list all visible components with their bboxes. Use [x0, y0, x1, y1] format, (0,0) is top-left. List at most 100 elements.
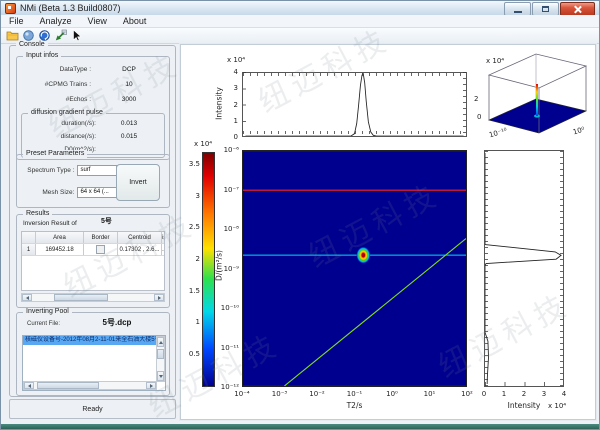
- echos-value: 3000: [91, 96, 167, 103]
- right-plot-ticks-bottom: [485, 382, 564, 386]
- current-file-value: 5号.dcp: [77, 317, 157, 328]
- inversion-result-label: Inversion Result of: [23, 220, 77, 227]
- titlebar: NMi (Beta 1.3 Build0807): [1, 1, 599, 15]
- results-table: Area Border Centroid Dist 1 169452.18 0.…: [21, 231, 165, 291]
- spectrum-type-value: surf: [78, 166, 116, 175]
- maximize-icon: [542, 6, 549, 12]
- window-bottom-edge: [1, 424, 599, 429]
- centroid-header: Centroid: [118, 232, 162, 243]
- right-plot-xticks: 01234: [484, 390, 564, 398]
- pool-file-item[interactable]: 核磁仪设备号-2012年08月2-11-01来全石油大楼5号: [23, 336, 156, 345]
- app-window: NMi (Beta 1.3 Build0807) File Analyze Vi…: [0, 0, 600, 430]
- results-title: Results: [23, 210, 52, 218]
- corner-header: [22, 232, 36, 243]
- top-plot-ticks-bottom: [243, 131, 466, 134]
- pool-listbox[interactable]: 核磁仪设备号-2012年08月2-11-01来全石油大楼5号: [22, 335, 166, 391]
- scroll-up-icon[interactable]: [157, 337, 164, 347]
- preset-parameters-title: Preset Parameters: [23, 150, 87, 158]
- scroll-right-icon[interactable]: [154, 294, 164, 301]
- mesh-size-value: 64 x 64 (...: [78, 188, 116, 197]
- plot-panel: x 10⁴ 43210 Intensity: [180, 44, 596, 420]
- scroll-down-icon[interactable]: [157, 371, 164, 381]
- top-plot-ticks-right: [463, 72, 466, 136]
- border-header: Border: [84, 232, 118, 243]
- scroll-track[interactable]: [157, 347, 164, 371]
- minimize-button[interactable]: [504, 2, 531, 16]
- t2-projection-curve: [245, 73, 463, 136]
- scroll-thumb[interactable]: [54, 294, 108, 301]
- menu-analyze[interactable]: Analyze: [32, 16, 80, 26]
- map-background: [243, 151, 466, 386]
- row-index: 1: [22, 244, 36, 255]
- scroll-thumb[interactable]: [157, 349, 164, 359]
- d-t2-peak-core: [362, 253, 366, 258]
- results-group: Results Inversion Result of 5号 Area Bord…: [16, 214, 170, 308]
- top-plot-ticks-left: [243, 72, 246, 136]
- area-cell: 169452.18: [36, 244, 84, 255]
- invert-button[interactable]: Invert: [116, 164, 160, 201]
- scroll-thumb[interactable]: [37, 382, 99, 389]
- cpmg-trains-label: #CPMG Trains :: [19, 81, 91, 88]
- distance-label: distance(/s):: [24, 133, 96, 140]
- console-panel: Console Input infos DataType : DCP #CPMG…: [9, 45, 176, 397]
- cpmg-trains-row: #CPMG Trains : 10: [19, 77, 167, 92]
- maximize-button[interactable]: [532, 2, 559, 16]
- d-projection-curve: [485, 153, 561, 384]
- dist-header: Dist: [162, 232, 164, 243]
- map-xlabel: T2/s: [242, 401, 467, 410]
- scroll-right-icon[interactable]: [146, 382, 156, 389]
- menu-file[interactable]: File: [1, 16, 32, 26]
- mesh-size-row: Mesh Size: 64 x 64 (...: [19, 185, 127, 200]
- right-plot-ticks-right: [560, 151, 563, 386]
- distance-value: 0.015: [96, 133, 162, 140]
- inverting-pool-title: Inverting Pool: [23, 308, 72, 316]
- spectrum-type-row: Spectrum Type : surf: [19, 163, 127, 178]
- toolbar: [1, 28, 599, 44]
- echos-row: #Echos : 3000: [19, 92, 167, 107]
- current-file-label: Current File:: [27, 321, 60, 327]
- colorbar-ticks: 3.532.521.510.5: [182, 164, 200, 354]
- dist-cell: 99.21: [162, 244, 164, 255]
- pool-vertical-scrollbar[interactable]: [156, 336, 165, 382]
- menu-about[interactable]: About: [115, 16, 155, 26]
- close-icon: [573, 5, 582, 14]
- top-plot-exponent-label: x 10⁴: [227, 56, 245, 64]
- input-info-rows: DataType : DCP #CPMG Trains : 10 #Echos …: [19, 62, 167, 107]
- datatype-row: DataType : DCP: [19, 62, 167, 77]
- scroll-track[interactable]: [34, 382, 146, 389]
- pool-horizontal-scrollbar[interactable]: [23, 381, 157, 390]
- input-infos-title: Input infos: [23, 52, 61, 60]
- cpmg-trains-value: 10: [91, 81, 167, 88]
- duration-row: duration(/s): 0.013: [24, 117, 162, 130]
- scroll-left-icon[interactable]: [24, 382, 34, 389]
- scroll-left-icon[interactable]: [22, 294, 32, 301]
- inversion-result-value: 5号: [101, 216, 112, 226]
- map-xticks: 10⁻⁴10⁻³10⁻²10⁻¹10⁰10¹10²: [242, 390, 467, 398]
- results-horizontal-scrollbar[interactable]: [21, 293, 165, 302]
- import-data-icon[interactable]: [52, 29, 68, 43]
- inverting-pool-group: Inverting Pool Current File: 5号.dcp 核磁仪设…: [16, 312, 170, 396]
- input-infos-group: Input infos DataType : DCP #CPMG Trains …: [16, 56, 170, 160]
- area-header: Area: [36, 232, 84, 243]
- table-row[interactable]: 1 169452.18 0.17302 , 2.6... 99.21: [22, 244, 164, 256]
- right-plot-ticks-left: [485, 151, 488, 386]
- duration-value: 0.013: [96, 120, 162, 127]
- app-icon: [5, 3, 16, 14]
- centroid-cell: 0.17302 , 2.6...: [118, 244, 162, 255]
- menu-view[interactable]: View: [80, 16, 115, 26]
- scroll-track[interactable]: [32, 294, 154, 301]
- t2-projection-plot: [242, 72, 467, 137]
- spectrum-type-label: Spectrum Type :: [19, 167, 74, 174]
- status-text: Ready: [82, 406, 102, 413]
- diffusion-title: diffusion gradient pulse: [28, 109, 106, 117]
- duration-label: duration(/s):: [24, 120, 96, 127]
- minimize-icon: [514, 11, 522, 13]
- console-title: Console: [16, 41, 48, 49]
- map-yticks: 10⁻⁶10⁻⁷10⁻⁸10⁻⁹10⁻¹⁰10⁻¹¹10⁻¹²: [219, 150, 239, 387]
- d-t2-map: [242, 150, 467, 387]
- pointer-icon[interactable]: [68, 29, 84, 43]
- border-checkbox[interactable]: [96, 245, 105, 254]
- top-plot-ylabel: Intensity: [215, 74, 224, 134]
- close-button[interactable]: [560, 2, 595, 16]
- table-header-row: Area Border Centroid Dist: [22, 232, 164, 244]
